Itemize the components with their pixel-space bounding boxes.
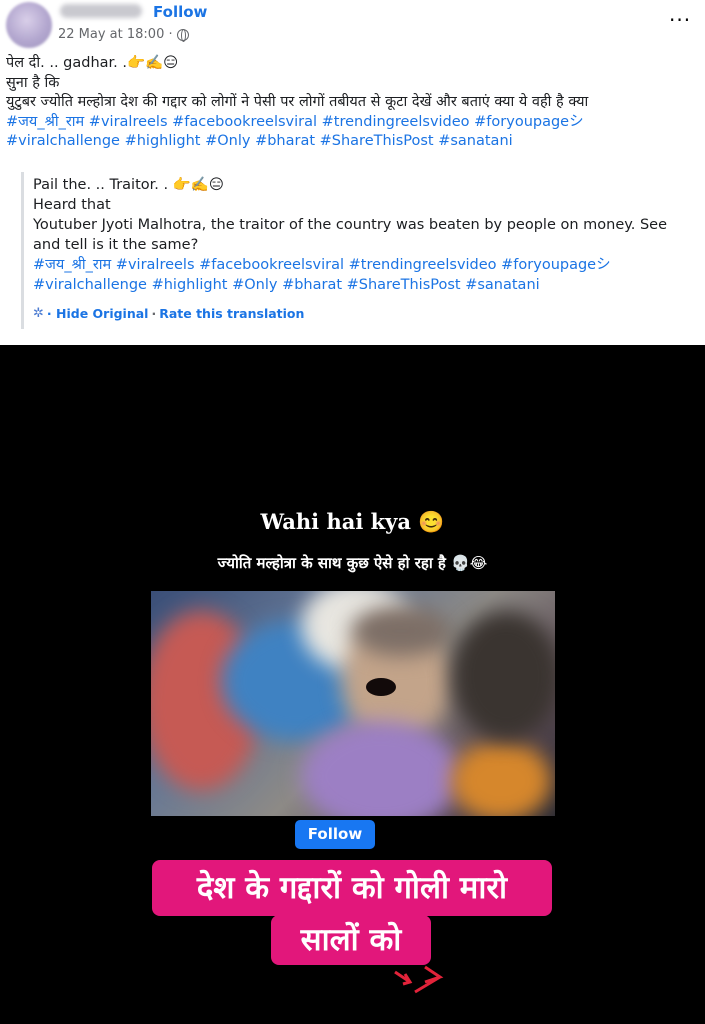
post-hashtags-1[interactable]: #जय_श्री_राम #viralreels #facebookreelsv…: [6, 113, 701, 133]
post-meta: 22 May at 18:00 ·: [58, 27, 189, 42]
post-body: पेल दी. .. gadhar. .👉✍️😑 सुना है कि युटु…: [6, 54, 701, 152]
translation-text: Pail the. .. Traitor. . 👉✍️😑 Heard that …: [33, 175, 698, 295]
open-mouth: [366, 678, 396, 696]
post-hashtags-2[interactable]: #viralchallenge #highlight #Only #bharat…: [6, 132, 701, 152]
gear-icon[interactable]: ✲: [33, 306, 44, 321]
dark-figure-right: [451, 611, 555, 741]
author-avatar[interactable]: [6, 2, 52, 48]
video-player[interactable]: Wahi hai kya 😊 ज्योति मल्होत्रा के साथ क…: [0, 345, 705, 1024]
woman-hair: [351, 606, 451, 656]
post-line-2: सुना है कि: [6, 74, 60, 91]
hide-original-link[interactable]: · Hide Original: [47, 306, 149, 321]
translation-line-1: Pail the. .. Traitor. . 👉✍️😑: [33, 177, 224, 193]
translation-block: Pail the. .. Traitor. . 👉✍️😑 Heard that …: [21, 172, 704, 329]
actions-separator: ·: [151, 306, 157, 321]
video-follow-button[interactable]: Follow: [295, 820, 375, 849]
post-line-1: पेल दी. .. gadhar. .👉✍️😑: [6, 55, 179, 71]
video-caption-pink-1: देश के गद्दारों को गोली मारो: [152, 860, 552, 916]
translation-line-2: Heard that: [33, 197, 111, 213]
more-options-icon[interactable]: ···: [669, 8, 691, 32]
translation-hashtags-1[interactable]: #जय_श्री_राम #viralreels #facebookreelsv…: [33, 255, 698, 275]
red-arrows-icon: [394, 965, 444, 994]
video-caption-top: Wahi hai kya 😊: [260, 509, 445, 534]
video-frame: [151, 591, 555, 816]
post-line-3: युटुबर ज्योति मल्होत्रा देश की गद्दार को…: [6, 94, 589, 110]
post-timestamp[interactable]: 22 May at 18:00 ·: [58, 27, 173, 42]
orange-clothing: [451, 741, 551, 816]
follow-link[interactable]: Follow: [153, 3, 207, 21]
purple-dupatta: [301, 721, 461, 816]
translation-line-3: Youtuber Jyoti Malhotra, the traitor of …: [33, 217, 668, 253]
video-caption-hindi: ज्योति मल्होत्रा के साथ कुछ ऐसे हो रहा ह…: [217, 554, 488, 572]
author-name-blurred[interactable]: [60, 4, 142, 18]
post-header: Follow 22 May at 18:00 · ···: [0, 0, 705, 48]
rate-translation-link[interactable]: Rate this translation: [159, 306, 304, 321]
globe-icon[interactable]: [176, 28, 189, 42]
translation-hashtags-2[interactable]: #viralchallenge #highlight #Only #bharat…: [33, 275, 698, 295]
translation-actions: ✲ · Hide Original · Rate this translatio…: [33, 306, 304, 321]
